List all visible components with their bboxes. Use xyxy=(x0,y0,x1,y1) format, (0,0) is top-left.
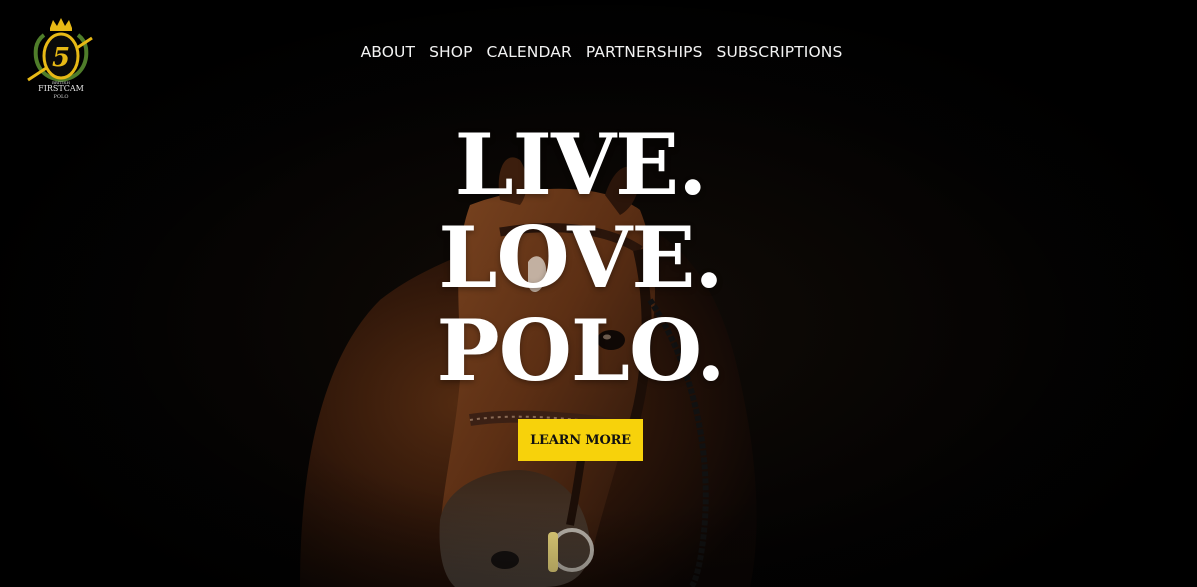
svg-text:POLO: POLO xyxy=(54,94,69,100)
svg-text:FIRSTCAM: FIRSTCAM xyxy=(38,84,84,93)
hero-section: 5 BRITISH FIRSTCAM POLO ABOUT SHOP CALEN… xyxy=(0,0,1197,587)
nav-item-calendar[interactable]: CALENDAR xyxy=(487,42,572,62)
headline-line-love: LOVE. xyxy=(438,208,723,307)
headline-line-live: LIVE. xyxy=(454,115,708,214)
nav-item-subscriptions[interactable]: SUBSCRIPTIONS xyxy=(717,42,843,62)
main-nav: ABOUT SHOP CALENDAR PARTNERSHIPS SUBSCRI… xyxy=(0,42,1197,62)
nav-item-partnerships[interactable]: PARTNERSHIPS xyxy=(586,42,703,62)
learn-more-button[interactable]: LEARN MORE xyxy=(518,419,643,461)
nav-item-about[interactable]: ABOUT xyxy=(361,42,415,62)
nav-item-shop[interactable]: SHOP xyxy=(429,42,472,62)
headline-line-polo: POLO. xyxy=(436,301,726,400)
hero-headline: LIVE. LOVE. POLO. xyxy=(0,118,1161,397)
